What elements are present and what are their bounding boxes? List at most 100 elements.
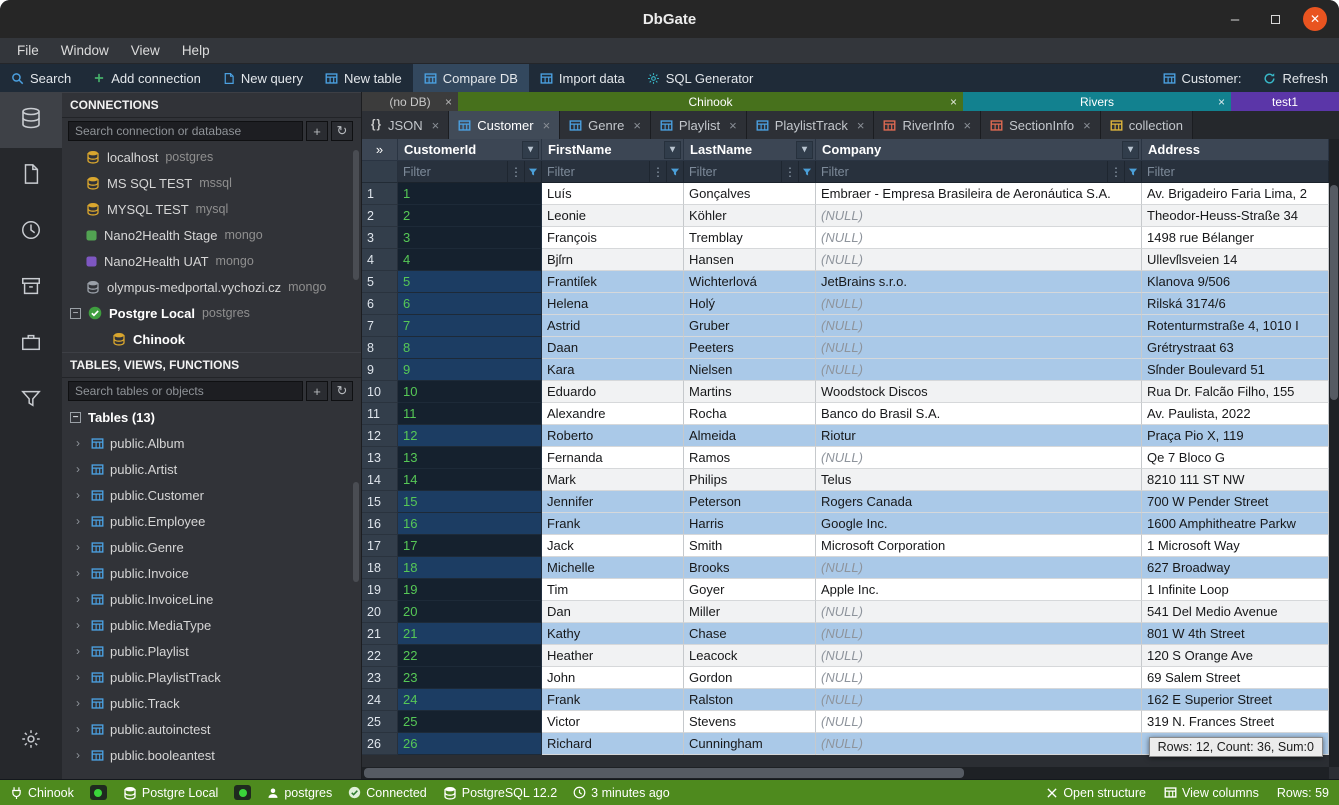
cell-address[interactable]: Theodor-Heuss-Straße 34 [1142,205,1329,227]
add-icon[interactable]: + [306,121,328,141]
connection-nano2health-uat[interactable]: Nano2Health UATmongo [62,248,361,274]
cell-firstname[interactable]: Daan [542,337,684,359]
cell-address[interactable]: Sſnder Boulevard 51 [1142,359,1329,381]
filter-input-lastname[interactable] [684,161,781,182]
table-item-public-artist[interactable]: ›public.Artist [62,456,361,482]
scrollbar-thumb[interactable] [1330,185,1338,400]
cell-firstname[interactable]: François [542,227,684,249]
cell-company[interactable]: Banco do Brasil S.A. [816,403,1142,425]
vertical-scrollbar[interactable] [1329,139,1339,767]
cell-lastname[interactable]: Wichterlová [684,271,816,293]
row-number[interactable]: 7 [362,315,398,337]
tab-group-test1[interactable]: test1 [1231,92,1339,111]
connection-ms-sql-test[interactable]: MS SQL TESTmssql [62,170,361,196]
collapse-icon[interactable]: − [70,412,81,423]
chevron-down-icon[interactable]: ▾ [796,141,813,159]
table-item-public-album[interactable]: ›public.Album [62,430,361,456]
cell-customerid[interactable]: 21 [398,623,542,645]
column-header-lastname[interactable]: LastName▾ [684,139,816,161]
cell-lastname[interactable]: Almeida [684,425,816,447]
cell-firstname[interactable]: Dan [542,601,684,623]
grid-expand-button[interactable]: » [362,139,398,161]
cell-customerid[interactable]: 25 [398,711,542,733]
cell-firstname[interactable]: Bjſrn [542,249,684,271]
status-open-structure[interactable]: Open structure [1046,786,1146,800]
cell-address[interactable]: 1 Infinite Loop [1142,579,1329,601]
cell-address[interactable]: Praça Pio X, 119 [1142,425,1329,447]
cell-customerid[interactable]: 7 [398,315,542,337]
chevron-right-icon[interactable]: › [76,748,85,762]
menu-view[interactable]: View [120,38,171,63]
toolbar-refresh[interactable]: Refresh [1252,64,1339,92]
tab-genre[interactable]: Genre× [560,111,651,139]
cell-address[interactable]: Rotenturmstraße 4, 1010 I [1142,315,1329,337]
cell-lastname[interactable]: Gordon [684,667,816,689]
connections-search-input[interactable] [68,121,303,141]
cell-company[interactable]: (NULL) [816,337,1142,359]
cell-firstname[interactable]: Frank [542,689,684,711]
row-number[interactable]: 13 [362,447,398,469]
cell-customerid[interactable]: 23 [398,667,542,689]
cell-company[interactable]: JetBrains s.r.o. [816,271,1142,293]
chevron-right-icon[interactable]: › [76,644,85,658]
cell-lastname[interactable]: Gonçalves [684,183,816,205]
cell-address[interactable]: Ullevſlsveien 14 [1142,249,1329,271]
table-item-public-invoiceline[interactable]: ›public.InvoiceLine [62,586,361,612]
cell-lastname[interactable]: Gruber [684,315,816,337]
cell-lastname[interactable]: Cunningham [684,733,816,755]
close-icon[interactable]: × [950,95,957,109]
cell-customerid[interactable]: 15 [398,491,542,513]
row-number[interactable]: 25 [362,711,398,733]
row-number[interactable]: 8 [362,337,398,359]
filter-menu-icon[interactable]: ⋮ [507,161,524,182]
chevron-down-icon[interactable]: ▾ [522,141,539,159]
chevron-right-icon[interactable]: › [76,592,85,606]
cell-firstname[interactable]: Astrid [542,315,684,337]
row-number[interactable]: 17 [362,535,398,557]
close-icon[interactable]: × [1083,118,1091,133]
cell-address[interactable]: Rilská 3174/6 [1142,293,1329,315]
cell-lastname[interactable]: Nielsen [684,359,816,381]
cell-lastname[interactable]: Goyer [684,579,816,601]
table-item-public-employee[interactable]: ›public.Employee [62,508,361,534]
cell-company[interactable]: Apple Inc. [816,579,1142,601]
cell-lastname[interactable]: Hansen [684,249,816,271]
cell-company[interactable]: Rogers Canada [816,491,1142,513]
menu-window[interactable]: Window [50,38,120,63]
sidebar-scrollbar[interactable] [353,482,359,582]
cell-customerid[interactable]: 14 [398,469,542,491]
cell-lastname[interactable]: Philips [684,469,816,491]
chevron-right-icon[interactable]: › [76,514,85,528]
cell-customerid[interactable]: 5 [398,271,542,293]
tab-group-no-db[interactable]: (no DB)× [362,92,458,111]
chevron-right-icon[interactable]: › [76,540,85,554]
row-number[interactable]: 20 [362,601,398,623]
cell-lastname[interactable]: Chase [684,623,816,645]
cell-firstname[interactable]: Helena [542,293,684,315]
cell-firstname[interactable]: Mark [542,469,684,491]
menu-file[interactable]: File [6,38,50,63]
row-number[interactable]: 12 [362,425,398,447]
row-number[interactable]: 23 [362,667,398,689]
table-item-public-invoice[interactable]: ›public.Invoice [62,560,361,586]
cell-lastname[interactable]: Peterson [684,491,816,513]
column-header-company[interactable]: Company▾ [816,139,1142,161]
cell-company[interactable]: Google Inc. [816,513,1142,535]
cell-customerid[interactable]: 19 [398,579,542,601]
cell-customerid[interactable]: 3 [398,227,542,249]
table-item-public-track[interactable]: ›public.Track [62,690,361,716]
connection-postgre-local[interactable]: −Postgre Localpostgres [62,300,361,326]
chevron-right-icon[interactable]: › [76,462,85,476]
close-icon[interactable]: × [729,118,737,133]
cell-customerid[interactable]: 2 [398,205,542,227]
table-item-public-mediatype[interactable]: ›public.MediaType [62,612,361,638]
chevron-right-icon[interactable]: › [76,722,85,736]
cell-address[interactable]: Av. Paulista, 2022 [1142,403,1329,425]
minimize-button[interactable]: – [1223,7,1247,31]
cell-address[interactable]: Klanova 9/506 [1142,271,1329,293]
status-view-columns[interactable]: View columns [1164,786,1259,800]
filter-input-firstname[interactable] [542,161,649,182]
cell-firstname[interactable]: Frantiſek [542,271,684,293]
filter-menu-icon[interactable]: ⋮ [781,161,798,182]
cell-firstname[interactable]: Michelle [542,557,684,579]
